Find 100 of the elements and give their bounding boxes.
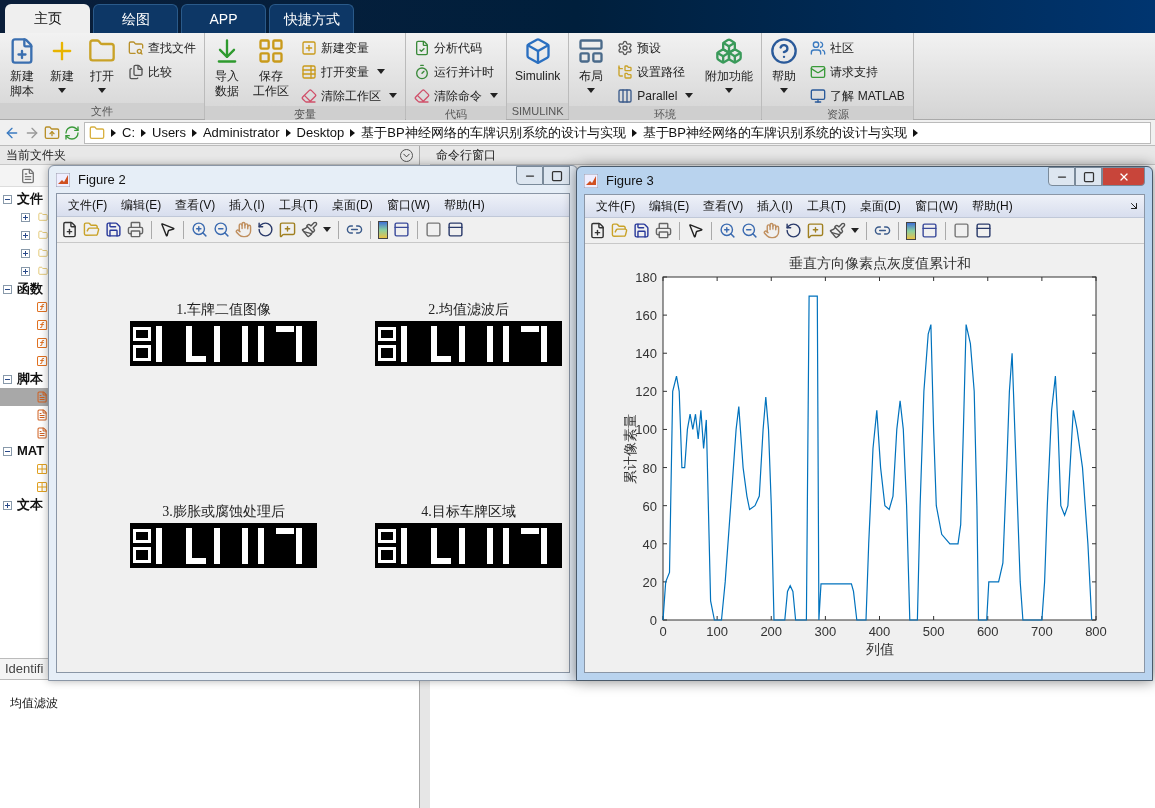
dock-arrow-icon[interactable] — [1128, 200, 1140, 212]
menu-item[interactable]: 插入(I) — [750, 197, 800, 215]
files-icon — [128, 63, 144, 80]
menu-item[interactable]: 帮助(H) — [437, 196, 492, 214]
brush-icon[interactable] — [301, 221, 318, 238]
menu-item[interactable]: 工具(T) — [271, 196, 325, 214]
toolstrip-button[interactable]: 新建 — [44, 37, 80, 93]
function-file-icon — [35, 353, 48, 369]
maximize-button[interactable] — [1075, 167, 1102, 186]
address-field[interactable]: C: Users Administrator Desktop 基于BP神经网络的车牌识别系统的设计与实现 基于BP神经网络的车牌识别系统的设计与实现 — [84, 121, 1151, 144]
colorbar-icon[interactable] — [906, 221, 916, 240]
expand-icon[interactable] — [21, 212, 30, 222]
ribbon-tab[interactable]: 绘图 — [93, 4, 178, 33]
menu-item[interactable]: 窗口(W) — [379, 196, 437, 214]
save-icon[interactable] — [105, 221, 122, 238]
toolstrip-button[interactable]: 新建变量 — [301, 37, 397, 58]
path-segment[interactable]: Administrator — [202, 122, 280, 143]
menu-item[interactable]: 帮助(H) — [965, 197, 1020, 215]
toolstrip-button[interactable]: Simulink — [511, 37, 565, 84]
path-segment[interactable]: C: — [122, 122, 135, 143]
maximize-button[interactable] — [543, 166, 570, 185]
toolstrip-button[interactable]: 帮助 — [766, 37, 803, 93]
toolstrip-button[interactable]: Parallel — [617, 85, 694, 106]
toolstrip-button[interactable]: 预设 — [617, 37, 694, 58]
menu-item[interactable]: 编辑(E) — [642, 197, 697, 215]
path-segment[interactable]: Desktop — [296, 122, 345, 143]
toolstrip-button[interactable]: 运行并计时 — [414, 61, 498, 82]
up-folder-icon[interactable] — [44, 124, 60, 141]
frame-icon[interactable] — [447, 221, 464, 238]
save-icon[interactable] — [633, 222, 650, 239]
section-label[interactable]: 文本 — [17, 495, 43, 515]
toolstrip-button[interactable]: 请求支持 — [810, 61, 905, 82]
path-segment[interactable]: 基于BP神经网络的车牌识别系统的设计与实现 — [361, 122, 626, 143]
expand-icon[interactable] — [21, 230, 30, 240]
expand-icon[interactable] — [21, 248, 30, 258]
zoom-in-icon[interactable] — [191, 221, 208, 238]
menu-item[interactable]: 查看(V) — [696, 197, 751, 215]
expand-icon[interactable] — [3, 500, 12, 510]
toolstrip-button[interactable]: 打开 — [84, 37, 120, 93]
toolstrip-button[interactable]: 清除工作区 — [301, 85, 397, 106]
zoom-out-icon[interactable] — [213, 221, 230, 238]
new-file-icon[interactable] — [61, 221, 78, 238]
zoom-out-icon[interactable] — [741, 222, 758, 239]
data-cursor-icon[interactable] — [807, 222, 824, 239]
section-label[interactable]: 文件 — [17, 189, 43, 209]
zoom-in-icon[interactable] — [719, 222, 736, 239]
menu-item[interactable]: 插入(I) — [222, 196, 272, 214]
menu-item[interactable]: 编辑(E) — [114, 196, 169, 214]
section-label[interactable]: 脚本 — [17, 369, 43, 389]
menu-item[interactable]: 查看(V) — [168, 196, 223, 214]
ribbon-tab[interactable]: 快捷方式 — [269, 4, 354, 33]
toolstrip-button[interactable]: 分析代码 — [414, 37, 498, 58]
collapse-icon[interactable] — [3, 284, 12, 294]
collapse-icon[interactable] — [3, 446, 12, 456]
printer-icon[interactable] — [127, 221, 144, 238]
toolstrip-button[interactable]: 设置路径 — [617, 61, 694, 82]
square-icon[interactable] — [953, 222, 970, 239]
section-label[interactable]: 函数 — [17, 279, 43, 299]
menu-item[interactable]: 文件(F) — [61, 196, 115, 214]
frame-icon[interactable] — [975, 222, 992, 239]
expand-icon[interactable] — [21, 266, 30, 276]
menu-item[interactable]: 桌面(D) — [325, 196, 380, 214]
toolstrip-button[interactable]: 查找文件 — [128, 37, 196, 58]
toolstrip-button[interactable]: 新建 脚本 — [4, 37, 40, 99]
toolstrip-button[interactable]: 比较 — [128, 61, 196, 82]
ribbon-tab[interactable]: APP — [181, 4, 266, 33]
toolstrip-button[interactable]: 打开变量 — [301, 61, 397, 82]
rotate-icon[interactable] — [257, 221, 274, 238]
menu-item[interactable]: 工具(T) — [799, 197, 853, 215]
colorbar-icon[interactable] — [378, 220, 388, 239]
new-file-icon[interactable] — [589, 222, 606, 239]
path-segment[interactable]: Users — [152, 122, 186, 143]
details-text: 均值滤波 — [10, 696, 58, 710]
browse-folder-icon[interactable] — [64, 124, 80, 141]
collapse-icon[interactable] — [3, 374, 12, 384]
menu-item[interactable]: 文件(F) — [589, 197, 643, 215]
grid-icon — [257, 37, 285, 65]
toolstrip-button[interactable]: 附加功能 — [701, 37, 758, 93]
function-file-icon — [35, 317, 48, 333]
settings-icon — [617, 39, 634, 56]
menu-item[interactable]: 窗口(W) — [907, 197, 965, 215]
pointer-icon[interactable] — [687, 222, 704, 239]
toolstrip-button[interactable]: 导入 数据 — [209, 37, 245, 99]
collapse-icon[interactable] — [3, 194, 12, 204]
ribbon-tab[interactable]: 主页 — [5, 4, 90, 33]
caret-icon — [780, 88, 789, 93]
toolstrip-button[interactable]: 保存 工作区 — [249, 37, 293, 99]
printer-icon[interactable] — [655, 222, 672, 239]
toolstrip-button[interactable]: 了解 MATLAB — [810, 85, 905, 106]
brush-icon[interactable] — [829, 222, 846, 239]
toolstrip-button[interactable]: 布局 — [573, 37, 610, 93]
square-icon[interactable] — [425, 221, 442, 238]
toolstrip-button[interactable]: 清除命令 — [414, 85, 498, 106]
path-segment[interactable]: 基于BP神经网络的车牌识别系统的设计与实现 — [642, 122, 907, 143]
pointer-icon[interactable] — [159, 221, 176, 238]
rotate-icon[interactable] — [785, 222, 802, 239]
menu-item[interactable]: 桌面(D) — [853, 197, 908, 215]
toolstrip-button[interactable]: 社区 — [810, 37, 905, 58]
section-label[interactable]: MAT — [17, 441, 45, 461]
data-cursor-icon[interactable] — [279, 221, 296, 238]
